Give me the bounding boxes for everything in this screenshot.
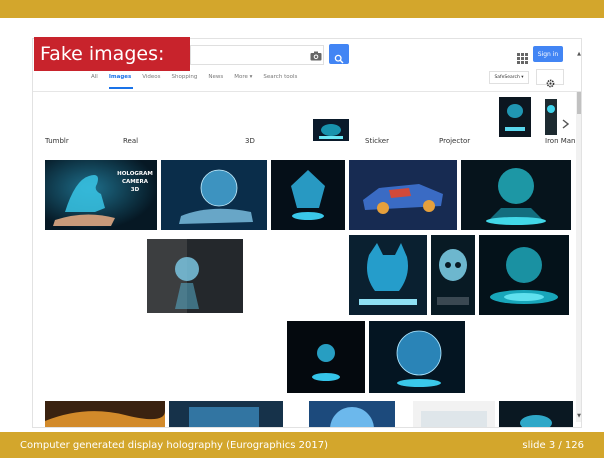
- result-image-hologram-robot-car[interactable]: [349, 160, 457, 230]
- tab-videos[interactable]: Videos: [142, 74, 160, 88]
- related-next-button[interactable]: [558, 109, 572, 129]
- chip-3d-thumbnail: [313, 119, 349, 141]
- settings-button[interactable]: [536, 69, 564, 87]
- related-label-real: Real: [123, 137, 139, 145]
- top-accent-band: [0, 0, 604, 18]
- apps-grid-icon[interactable]: [517, 49, 528, 64]
- result-image-partial-4[interactable]: [413, 401, 495, 427]
- result-image-hologram-small-globe[interactable]: [287, 321, 365, 393]
- tab-search-tools[interactable]: Search tools: [263, 74, 297, 88]
- related-chip-projector[interactable]: [437, 97, 531, 141]
- result-image-hologram-cat-phone[interactable]: [349, 235, 427, 315]
- browser-screenshot: Sign in All Images Videos Shopping News …: [32, 38, 582, 428]
- result-image-hologram-planet-ring[interactable]: [479, 235, 569, 315]
- result-image-partial-3[interactable]: [309, 401, 395, 427]
- scroll-up-arrow[interactable]: ▲: [576, 51, 581, 57]
- gear-icon: [546, 73, 555, 87]
- result-image-hologram-earth-platform[interactable]: [461, 160, 571, 230]
- tab-news[interactable]: News: [208, 74, 223, 88]
- active-tab-indicator: [109, 87, 133, 89]
- result-image-hologram-businessman-globe[interactable]: [147, 239, 243, 313]
- result-image-partial-1[interactable]: [45, 401, 165, 427]
- related-label-tumblr: Tumblr: [45, 137, 69, 145]
- result-image-hologram-dinosaur[interactable]: HOLOGRAM CAMERA 3D: [45, 160, 157, 230]
- scrollbar-track[interactable]: [576, 92, 581, 422]
- result-image-hologram-skull-phone[interactable]: [431, 235, 475, 315]
- sign-in-button[interactable]: Sign in: [533, 46, 563, 62]
- scrollbar-thumb[interactable]: [577, 92, 581, 114]
- related-chip-sticker[interactable]: [363, 97, 425, 141]
- related-chip-3d[interactable]: [241, 97, 349, 141]
- footer-presentation-title: Computer generated display holography (E…: [20, 439, 328, 451]
- chip-iron-man-thumbnail: [545, 99, 557, 135]
- hologram-camera-caption: HOLOGRAM CAMERA 3D: [117, 171, 153, 193]
- related-label-iron-man: Iron Man: [545, 137, 576, 145]
- camera-icon[interactable]: [309, 48, 323, 62]
- tab-images[interactable]: Images: [109, 74, 131, 88]
- header-divider: [33, 91, 581, 92]
- tab-all[interactable]: All: [91, 74, 98, 88]
- tab-shopping[interactable]: Shopping: [172, 74, 198, 88]
- related-chip-tumblr[interactable]: [43, 97, 107, 141]
- related-chip-real[interactable]: [121, 97, 227, 141]
- result-image-hologram-hands-globe[interactable]: [161, 160, 267, 230]
- safesearch-dropdown[interactable]: SafeSearch ▾: [489, 71, 529, 84]
- related-label-projector: Projector: [439, 137, 471, 145]
- chip-projector-thumbnail: [499, 97, 531, 137]
- scroll-down-arrow[interactable]: ▼: [576, 413, 581, 419]
- tab-more[interactable]: More ▾: [234, 74, 252, 88]
- result-image-partial-2[interactable]: [169, 401, 283, 427]
- slide-footer: Computer generated display holography (E…: [0, 432, 604, 458]
- search-tabs: All Images Videos Shopping News More ▾ S…: [91, 74, 297, 88]
- related-label-sticker: Sticker: [365, 137, 389, 145]
- result-image-partial-5[interactable]: [499, 401, 573, 427]
- result-image-hologram-crystal-globe[interactable]: [271, 160, 345, 230]
- slide-title: Fake images:: [34, 37, 190, 71]
- search-icon: [334, 49, 344, 64]
- search-button[interactable]: [329, 44, 349, 64]
- slide-number: slide 3 / 126: [522, 439, 584, 451]
- related-label-3d: 3D: [245, 137, 255, 145]
- chevron-right-icon: [562, 114, 569, 129]
- result-image-hologram-blue-planet[interactable]: [369, 321, 465, 393]
- search-input[interactable]: [190, 45, 324, 65]
